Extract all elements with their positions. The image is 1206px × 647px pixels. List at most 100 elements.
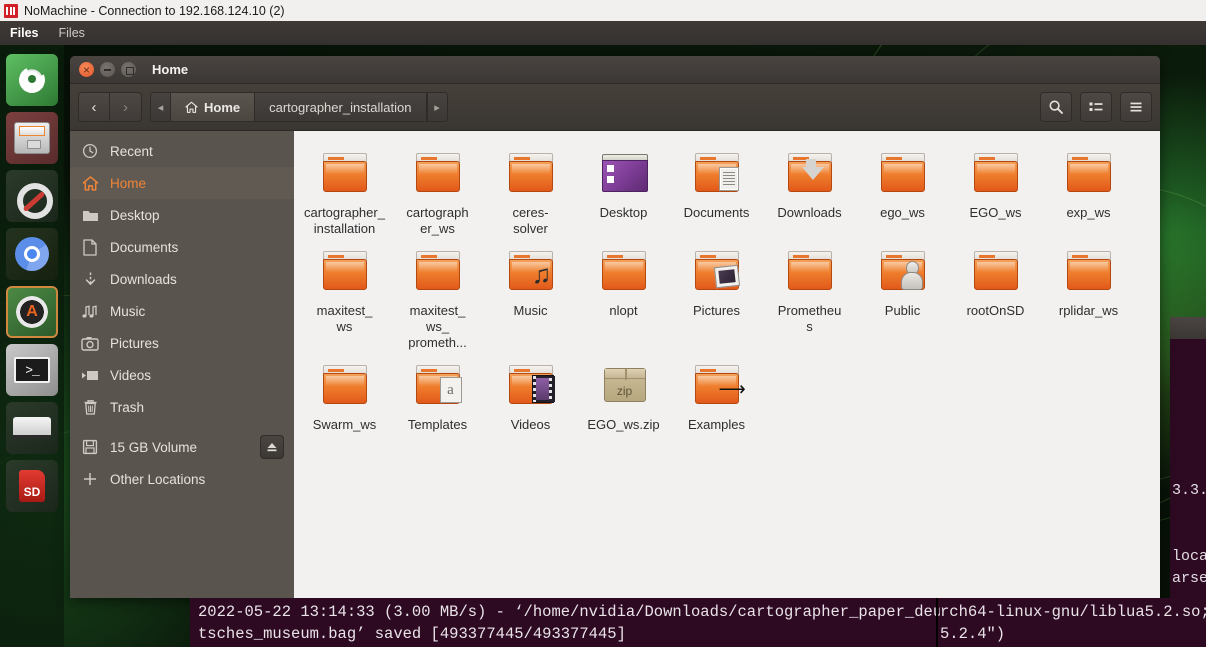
file-item[interactable]: exp_ws xyxy=(1042,139,1135,237)
search-button[interactable] xyxy=(1040,92,1072,122)
public-folder-icon xyxy=(873,243,933,299)
launcher-item-files[interactable] xyxy=(6,112,58,164)
launcher-item-chromium[interactable] xyxy=(6,228,58,280)
sidebar-item-videos[interactable]: Videos xyxy=(70,359,294,391)
file-item[interactable]: EGO_ws xyxy=(949,139,1042,237)
ubuntu-top-panel: Files Files xyxy=(0,21,1206,45)
breadcrumb-scroll-left[interactable]: ◂ xyxy=(151,93,171,121)
launcher-item-system-settings[interactable] xyxy=(6,170,58,222)
close-button[interactable] xyxy=(79,62,94,77)
eject-button[interactable] xyxy=(260,435,284,459)
sidebar-item-recent[interactable]: Recent xyxy=(70,135,294,167)
home-icon xyxy=(70,175,110,192)
file-item[interactable]: zip EGO_ws.zip xyxy=(577,351,670,433)
folder-icon xyxy=(966,145,1026,201)
sidebar-item-documents[interactable]: Documents xyxy=(70,231,294,263)
breadcrumb-item-cartographer-installation[interactable]: cartographer_installation xyxy=(255,93,427,121)
templates-folder-icon xyxy=(408,357,468,413)
forward-button[interactable]: › xyxy=(110,92,142,122)
minimize-button[interactable] xyxy=(100,62,115,77)
sidebar-item-music[interactable]: Music xyxy=(70,295,294,327)
file-item[interactable]: Desktop xyxy=(577,139,670,237)
disk-icon xyxy=(13,417,51,439)
sidebar-item-trash[interactable]: Trash xyxy=(70,391,294,423)
file-item-label: Pictures xyxy=(693,303,740,318)
launcher-item-sd-card[interactable]: SD xyxy=(6,460,58,512)
file-item[interactable]: Templates xyxy=(391,351,484,433)
maximize-button[interactable] xyxy=(121,62,136,77)
background-terminal-bottom-right[interactable]: rch64-linux-gnu/liblua5.2.so;/ 5.2.4") xyxy=(940,598,1206,647)
sidebar-item-home[interactable]: Home xyxy=(70,167,294,199)
file-item[interactable]: cartographer_ installation xyxy=(298,139,391,237)
screen: NoMachine - Connection to 192.168.124.10… xyxy=(0,0,1206,647)
panel-app-menu[interactable]: Files xyxy=(0,26,49,40)
file-item[interactable]: cartograph er_ws xyxy=(391,139,484,237)
sidebar-item-trash-label: Trash xyxy=(110,399,145,415)
file-item[interactable]: Documents xyxy=(670,139,763,237)
sidebar-item-recent-label: Recent xyxy=(110,143,153,159)
sidebar-item-downloads[interactable]: Downloads xyxy=(70,263,294,295)
file-item-label: rplidar_ws xyxy=(1058,303,1119,318)
launcher-item-ubuntu-dash[interactable] xyxy=(6,54,58,106)
file-item[interactable]: Downloads xyxy=(763,139,856,237)
music-icon xyxy=(70,304,110,319)
back-button[interactable]: ‹ xyxy=(78,92,110,122)
sd-card-icon: SD xyxy=(19,470,45,502)
file-item-label: maxitest_ ws xyxy=(316,303,373,334)
file-item[interactable]: rplidar_ws xyxy=(1042,237,1135,351)
file-item[interactable]: Swarm_ws xyxy=(298,351,391,433)
file-item[interactable]: maxitest_ ws_ prometh... xyxy=(391,237,484,351)
link-folder-icon: ⟶ xyxy=(687,357,747,413)
folder-icon xyxy=(315,357,375,413)
file-item[interactable]: Public xyxy=(856,237,949,351)
file-item-label: Prometheu s xyxy=(777,303,842,334)
window-title: Home xyxy=(152,62,189,77)
sidebar-item-15gb-volume[interactable]: 15 GB Volume xyxy=(70,431,294,463)
view-options-button[interactable] xyxy=(1080,92,1112,122)
launcher-item-terminal[interactable]: >_ xyxy=(6,344,58,396)
file-item[interactable]: ♫ Music xyxy=(484,237,577,351)
folder-icon xyxy=(501,145,561,201)
sidebar-item-home-label: Home xyxy=(110,175,147,191)
file-grid[interactable]: cartographer_ installation cartograph er… xyxy=(294,131,1160,598)
drive-icon xyxy=(70,439,110,455)
file-item[interactable]: Videos xyxy=(484,351,577,433)
camera-icon xyxy=(70,336,110,351)
file-item[interactable]: maxitest_ ws xyxy=(298,237,391,351)
file-item[interactable]: ceres- solver xyxy=(484,139,577,237)
breadcrumb-item-home-label: Home xyxy=(204,99,241,115)
file-item[interactable]: nlopt xyxy=(577,237,670,351)
home-icon xyxy=(185,101,198,113)
folder-icon xyxy=(1059,145,1119,201)
file-item-label: Documents xyxy=(683,205,750,220)
file-item-label: Music xyxy=(513,303,548,318)
background-terminal-right-titlebar[interactable] xyxy=(1170,317,1206,339)
file-item[interactable]: ego_ws xyxy=(856,139,949,237)
sidebar-item-desktop-label: Desktop xyxy=(110,207,160,223)
launcher-item-disk[interactable] xyxy=(6,402,58,454)
file-item[interactable]: rootOnSD xyxy=(949,237,1042,351)
file-item[interactable]: ⟶ Examples xyxy=(670,351,763,433)
sidebar-item-15gb-volume-label: 15 GB Volume xyxy=(110,439,198,455)
file-item-label: EGO_ws.zip xyxy=(587,417,660,432)
file-item[interactable]: Pictures xyxy=(670,237,763,351)
background-terminal-bottom-line2: tsches_museum.bag’ saved [493377445/4933… xyxy=(198,625,626,643)
sidebar-item-desktop[interactable]: Desktop xyxy=(70,199,294,231)
sidebar-item-pictures[interactable]: Pictures xyxy=(70,327,294,359)
file-item-label: ceres- solver xyxy=(512,205,549,236)
nomachine-logo-icon xyxy=(4,3,18,18)
background-terminal-bottom-right-line1: rch64-linux-gnu/liblua5.2.so;/ xyxy=(940,603,1206,621)
breadcrumb-item-home[interactable]: Home xyxy=(171,93,256,121)
breadcrumb-scroll-right[interactable]: ▸ xyxy=(426,93,447,121)
file-item-label: Swarm_ws xyxy=(312,417,377,432)
panel-window-menu[interactable]: Files xyxy=(49,26,95,40)
launcher-item-software-updater[interactable] xyxy=(6,286,58,338)
file-item[interactable]: Prometheu s xyxy=(763,237,856,351)
files-toolbar: ‹ › ◂ Home cartographer_installation ▸ xyxy=(70,84,1160,131)
files-icon xyxy=(14,122,50,154)
menu-button[interactable] xyxy=(1120,92,1152,122)
file-item-label: ego_ws xyxy=(880,205,925,220)
folder-icon xyxy=(315,243,375,299)
sidebar: Recent Home Desktop Documents Downloads … xyxy=(70,131,294,598)
sidebar-item-other-locations[interactable]: Other Locations xyxy=(70,463,294,495)
